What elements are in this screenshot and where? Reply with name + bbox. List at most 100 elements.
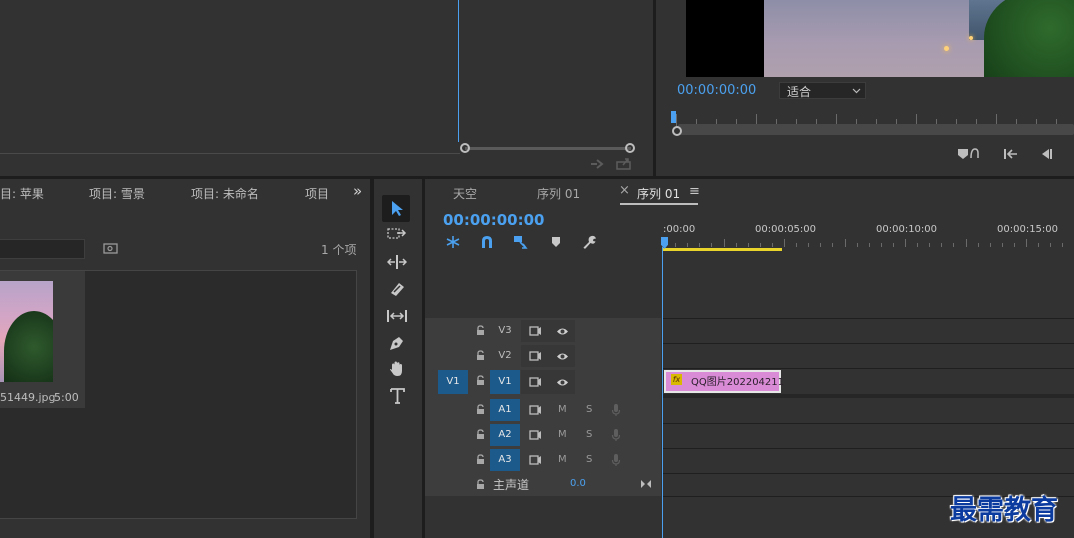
voice-over-mic-icon[interactable] xyxy=(611,428,621,442)
wrench-settings-icon[interactable] xyxy=(582,234,598,250)
lock-icon[interactable] xyxy=(476,429,485,440)
find-bin-icon[interactable] xyxy=(103,242,118,254)
source-zoom-bar[interactable] xyxy=(465,147,631,150)
nest-icon[interactable] xyxy=(445,235,461,249)
program-playhead[interactable] xyxy=(671,111,676,123)
track-target-v1[interactable]: V1 xyxy=(490,370,520,394)
ruler-tick xyxy=(953,243,955,247)
ruler-tick xyxy=(676,114,677,126)
sync-lock-icon[interactable] xyxy=(529,326,542,336)
add-marker-icon[interactable] xyxy=(956,146,980,162)
chevron-down-icon xyxy=(852,88,861,94)
fit-dropdown[interactable]: 适合 xyxy=(779,82,866,99)
hand-tool-icon[interactable] xyxy=(388,360,406,378)
ruler-tick xyxy=(856,243,858,247)
toggle-output-eye-icon[interactable] xyxy=(556,352,569,361)
step-back-icon[interactable] xyxy=(1039,148,1053,160)
source-scrub-track[interactable] xyxy=(0,153,460,154)
solo-button[interactable]: S xyxy=(586,454,592,465)
mute-button[interactable]: M xyxy=(558,429,567,440)
solo-button[interactable]: S xyxy=(586,429,592,440)
project-tab-snow[interactable]: 项目: 雪景 xyxy=(89,185,145,202)
ripple-edit-tool-icon[interactable] xyxy=(387,254,407,270)
sync-lock-icon[interactable] xyxy=(529,351,542,361)
ruler-tick xyxy=(880,243,882,247)
watermark-text: 最需教育 xyxy=(950,495,1058,526)
slip-tool-icon[interactable] xyxy=(386,308,408,324)
razor-tool-icon[interactable] xyxy=(388,281,406,297)
go-to-in-icon[interactable] xyxy=(1003,148,1019,160)
timeline-timecode[interactable]: 00:00:00:00 xyxy=(443,211,545,229)
sync-lock-icon[interactable] xyxy=(529,377,542,387)
go-to-edge-icon[interactable] xyxy=(640,479,652,489)
timeline-tab-sequence-01-active[interactable]: 序列 01 xyxy=(637,185,680,202)
toggle-output-eye-icon[interactable] xyxy=(556,378,569,387)
timeline-ruler[interactable]: :00:00 00:00:05:00 00:00:10:00 00:00:15:… xyxy=(663,219,1074,251)
project-tab-untitled[interactable]: 项目: 未命名 xyxy=(191,185,259,202)
lock-icon[interactable] xyxy=(476,479,485,490)
lock-icon[interactable] xyxy=(476,404,485,415)
selection-tool-button[interactable] xyxy=(382,195,410,222)
selection-arrow-icon xyxy=(390,200,404,217)
linked-selection-icon[interactable] xyxy=(513,235,529,249)
toggle-output-eye-icon[interactable] xyxy=(556,327,569,336)
track-target-v3[interactable]: V3 xyxy=(490,320,520,342)
program-monitor-panel: 00:00:00:00 适合 xyxy=(656,0,1074,176)
track-select-tool-icon[interactable] xyxy=(387,227,407,243)
snap-magnet-icon[interactable] xyxy=(480,235,494,249)
pen-tool-icon[interactable] xyxy=(388,334,406,352)
track-target-v2[interactable]: V2 xyxy=(490,345,520,367)
insert-audio-icon[interactable] xyxy=(590,158,604,170)
track-target-a1[interactable]: A1 xyxy=(490,399,520,421)
project-tab-more[interactable]: 项目 xyxy=(305,185,329,202)
ruler-tick xyxy=(892,243,894,247)
work-area-bar[interactable] xyxy=(663,248,782,251)
project-search-input[interactable] xyxy=(0,239,85,259)
ruler-tick xyxy=(784,239,785,247)
lock-icon[interactable] xyxy=(476,375,485,386)
mute-button[interactable]: M xyxy=(558,404,567,415)
tools-panel xyxy=(374,179,422,538)
program-zoom-bar[interactable] xyxy=(678,124,1074,135)
track-target-a2[interactable]: A2 xyxy=(490,424,520,446)
track-target-a3[interactable]: A3 xyxy=(490,449,520,471)
source-patch-v1[interactable]: V1 xyxy=(438,370,468,394)
ruler-tick xyxy=(977,243,979,247)
program-timecode[interactable]: 00:00:00:00 xyxy=(677,83,756,98)
lock-icon[interactable] xyxy=(476,350,485,361)
voice-over-mic-icon[interactable] xyxy=(611,403,621,417)
timeline-clip[interactable]: fx QQ图片202204211 xyxy=(664,370,785,393)
ruler-tick xyxy=(796,243,798,247)
ruler-tick xyxy=(687,243,689,247)
source-zoom-handle-right[interactable] xyxy=(625,143,635,153)
clip-thumbnail[interactable] xyxy=(0,281,53,382)
panel-overflow-icon[interactable]: » xyxy=(353,182,362,200)
lock-icon[interactable] xyxy=(476,454,485,465)
track-divider xyxy=(663,318,1074,319)
timeline-tab-sky[interactable]: 天空 xyxy=(453,185,477,202)
ruler-tick xyxy=(905,239,906,247)
type-tool-icon[interactable] xyxy=(389,387,407,405)
timeline-add-marker-icon[interactable] xyxy=(551,236,561,248)
solo-button[interactable]: S xyxy=(586,404,592,415)
timeline-clip-name: QQ图片202204211 xyxy=(691,377,785,388)
mute-button[interactable]: M xyxy=(558,454,567,465)
export-frame-icon[interactable] xyxy=(616,157,632,170)
close-tab-icon[interactable]: × xyxy=(619,183,630,198)
master-volume-value[interactable]: 0.0 xyxy=(570,478,586,489)
project-clip-item[interactable]: 51449.jpg 5:00 xyxy=(0,271,85,408)
lock-icon[interactable] xyxy=(476,325,485,336)
program-zoom-handle[interactable] xyxy=(672,126,682,136)
timeline-tab-sequence-01[interactable]: 序列 01 xyxy=(537,185,580,202)
sync-lock-icon[interactable] xyxy=(529,430,542,440)
sync-lock-icon[interactable] xyxy=(529,405,542,415)
panel-menu-icon[interactable]: ≡ xyxy=(689,184,700,199)
track-divider xyxy=(663,473,1074,474)
source-zoom-handle-left[interactable] xyxy=(460,143,470,153)
ruler-tick xyxy=(1062,243,1064,247)
voice-over-mic-icon[interactable] xyxy=(611,453,621,467)
track-header-v2: V2 xyxy=(425,345,661,367)
sync-lock-icon[interactable] xyxy=(529,455,542,465)
project-tab-apple[interactable]: 目: 苹果 xyxy=(0,185,44,202)
track-header-a2: A2 M S xyxy=(425,424,661,446)
